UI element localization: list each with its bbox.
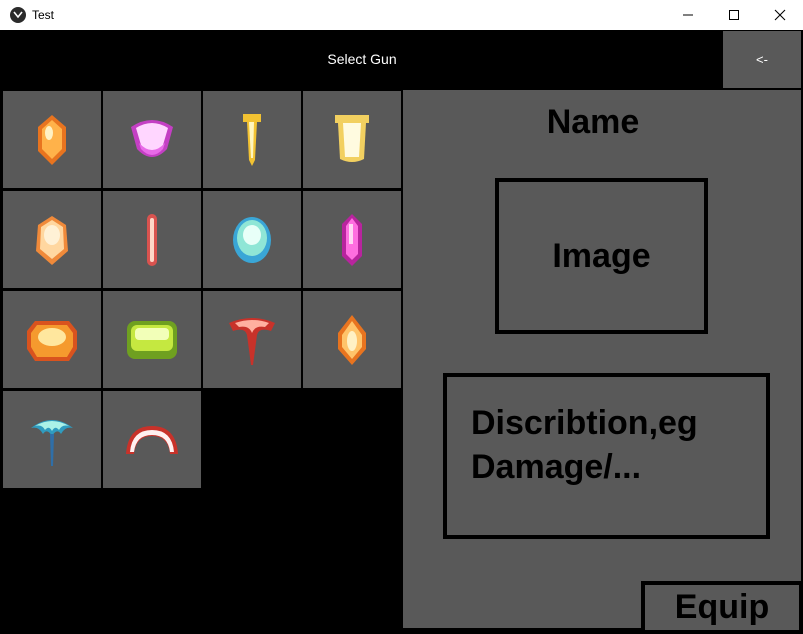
- maximize-icon: [729, 10, 739, 20]
- gun-slot-2[interactable]: [103, 91, 201, 188]
- fire-burst-bullet-icon: [27, 320, 77, 361]
- back-button[interactable]: <-: [723, 31, 801, 88]
- close-icon: [774, 9, 786, 21]
- gun-detail-panel: [403, 90, 801, 628]
- cyan-palm-bullet-icon: [31, 419, 73, 466]
- gun-slot-1[interactable]: [3, 91, 101, 188]
- pink-capsule-bullet-icon: [342, 213, 362, 266]
- page-title: Select Gun: [327, 51, 397, 67]
- yellow-nail-bullet-icon: [243, 113, 261, 166]
- window-title-bar: Test: [0, 0, 803, 30]
- gun-image-placeholder: Image: [495, 178, 708, 334]
- description-line-1: Discribtion,eg: [471, 404, 698, 442]
- description-line-2: Damage/...: [471, 448, 642, 486]
- peach-oval-bullet-icon: [36, 215, 68, 265]
- pink-crescent-bullet-icon: [126, 425, 178, 454]
- amber-diamond-bullet-icon: [338, 314, 366, 365]
- minimize-button[interactable]: [665, 0, 711, 30]
- gun-slot-14[interactable]: [103, 391, 201, 488]
- close-button[interactable]: [757, 0, 803, 30]
- gun-slot-11[interactable]: [203, 291, 301, 388]
- gun-slot-9[interactable]: [3, 291, 101, 388]
- gun-slot-3[interactable]: [203, 91, 301, 188]
- red-horn-bullet-icon: [229, 317, 275, 365]
- green-block-bullet-icon: [127, 320, 177, 359]
- magenta-shield-bullet-icon: [131, 119, 173, 157]
- cream-cup-bullet-icon: [335, 114, 369, 162]
- equip-button[interactable]: Equip: [641, 581, 803, 634]
- gun-slot-7[interactable]: [203, 191, 301, 288]
- app-icon: [10, 7, 26, 23]
- gun-slot-13[interactable]: [3, 391, 101, 488]
- red-needle-bullet-icon: [147, 213, 157, 266]
- minimize-icon: [683, 14, 693, 16]
- gun-slot-10[interactable]: [103, 291, 201, 388]
- cyan-orb-bullet-icon: [233, 216, 271, 263]
- gun-slot-8[interactable]: [303, 191, 401, 288]
- gun-description: Discribtion,eg Damage/...: [443, 373, 770, 539]
- orange-gem-bullet-icon: [38, 114, 66, 165]
- gun-name: Name: [546, 103, 640, 141]
- gun-slot-4[interactable]: [303, 91, 401, 188]
- gun-slot-6[interactable]: [103, 191, 201, 288]
- maximize-button[interactable]: [711, 0, 757, 30]
- window-title: Test: [32, 8, 55, 22]
- gun-slot-12[interactable]: [303, 291, 401, 388]
- gun-slot-5[interactable]: [3, 191, 101, 288]
